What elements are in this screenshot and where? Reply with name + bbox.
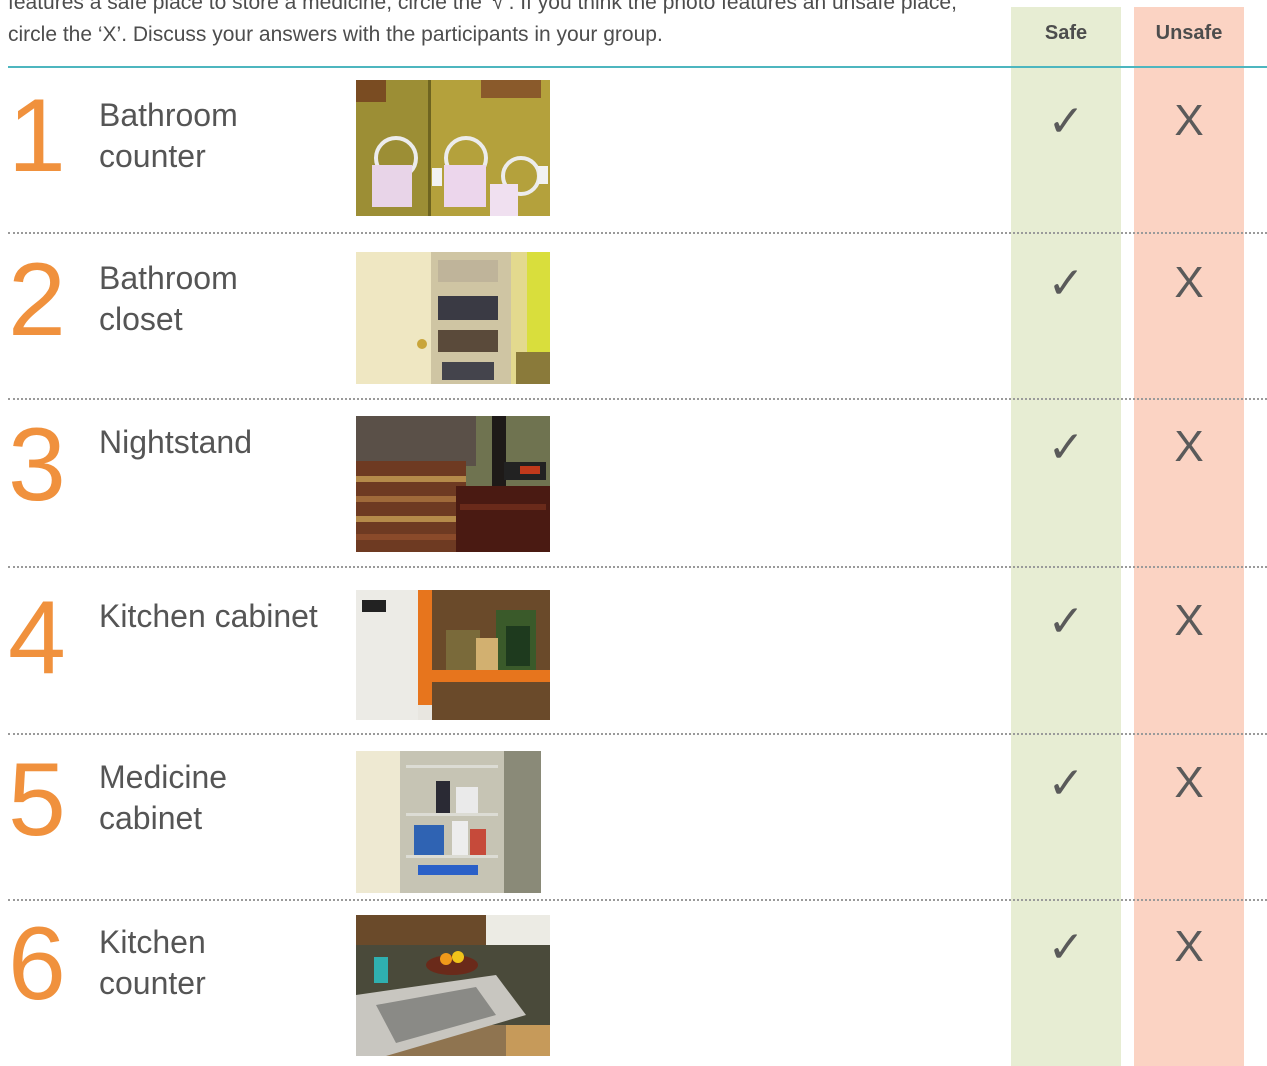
nightstand-photo [356,416,550,552]
bathroom-counter-photo [356,80,550,216]
safe-check-mark[interactable]: ✓ [1011,258,1121,309]
item-label: Nightstand [99,424,252,460]
item-label: Bathroom counter [99,97,238,174]
safe-column [1011,7,1121,1066]
item-label: Medicine cabinet [99,759,228,836]
unsafe-x-mark[interactable]: X [1134,96,1244,146]
kitchen-cabinet-photo [356,590,550,720]
kitchen-counter-photo [356,915,550,1056]
unsafe-x-mark[interactable]: X [1134,422,1244,472]
row-divider [8,398,1267,400]
safe-check-mark[interactable]: ✓ [1011,422,1121,473]
bathroom-closet-photo [356,252,550,384]
safe-check-mark[interactable]: ✓ [1011,922,1121,973]
row-divider [8,733,1267,735]
item-label: Kitchen cabinet [99,598,318,634]
item-number: 6 [8,906,66,1022]
safe-header: Safe [1044,22,1088,44]
header-rule [8,66,1267,68]
safe-check-mark[interactable]: ✓ [1011,96,1121,147]
item-number: 1 [8,78,66,194]
row-divider [8,232,1267,234]
item-number: 5 [8,742,66,858]
item-label: Kitchen counter [99,924,206,1001]
unsafe-x-mark[interactable]: X [1134,596,1244,646]
unsafe-column [1134,7,1244,1066]
safe-check-mark[interactable]: ✓ [1011,758,1121,809]
unsafe-x-mark[interactable]: X [1134,922,1244,972]
row-divider [8,566,1267,568]
item-number: 3 [8,407,66,523]
unsafe-header: Unsafe [1155,22,1223,44]
safe-check-mark[interactable]: ✓ [1011,596,1121,647]
row-divider [8,899,1267,901]
unsafe-x-mark[interactable]: X [1134,258,1244,308]
unsafe-x-mark[interactable]: X [1134,758,1244,808]
medicine-cabinet-photo [356,751,541,893]
instructions-text: features a safe place to store a medicin… [8,0,957,46]
item-number: 2 [8,242,66,358]
item-label: Bathroom closet [99,260,238,337]
item-number: 4 [8,580,66,696]
